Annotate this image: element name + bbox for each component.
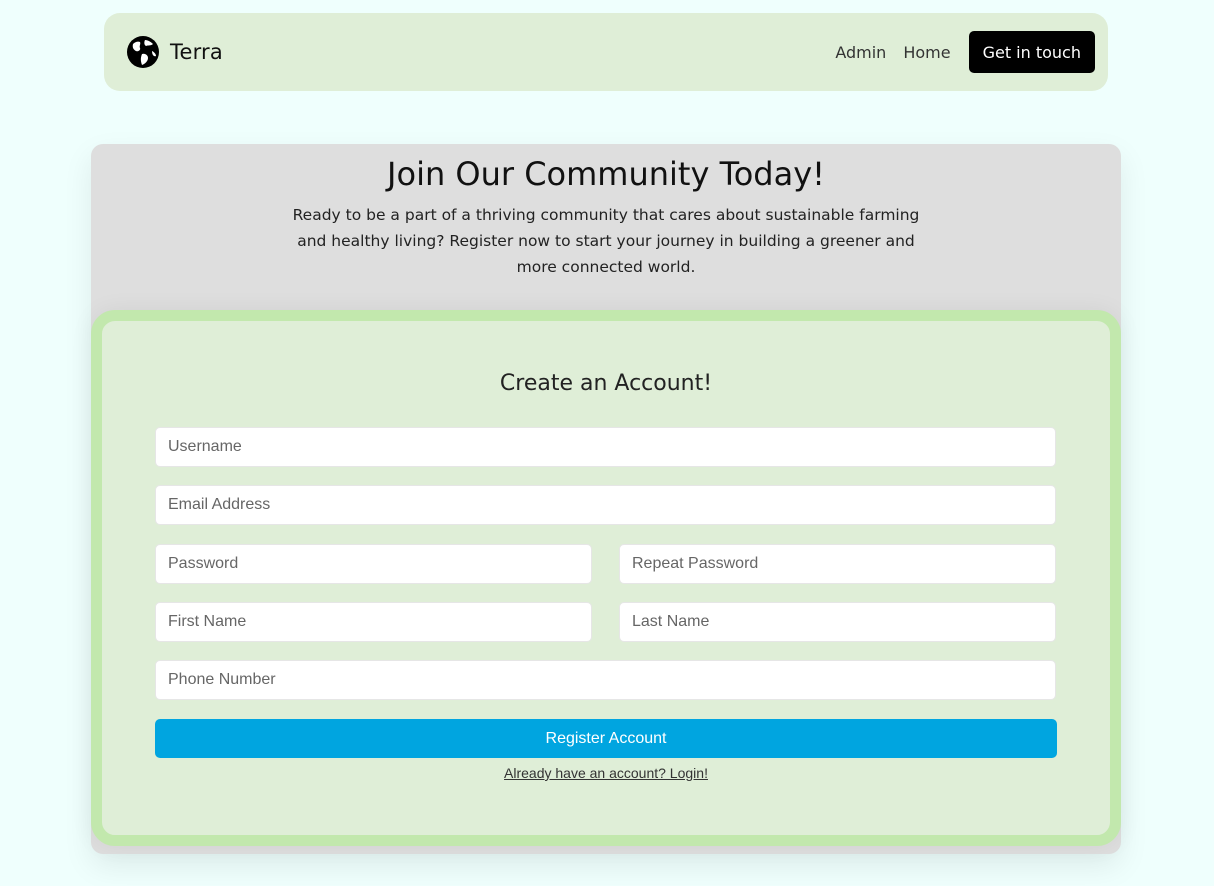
nav-links: Admin Home Get in touch xyxy=(835,31,1095,73)
form-title: Create an Account! xyxy=(499,371,713,396)
brand-name: Terra xyxy=(170,40,223,64)
nav-link-home[interactable]: Home xyxy=(903,43,950,62)
email-input[interactable] xyxy=(155,485,1056,525)
nav-link-admin[interactable]: Admin xyxy=(835,43,886,62)
username-input[interactable] xyxy=(155,427,1056,467)
first-name-input[interactable] xyxy=(155,602,592,642)
repeat-password-input[interactable] xyxy=(619,544,1056,584)
register-account-button[interactable]: Register Account xyxy=(155,719,1057,758)
last-name-input[interactable] xyxy=(619,602,1056,642)
login-link-container: Already have an account? Login! xyxy=(102,765,1110,781)
navbar: Terra Admin Home Get in touch xyxy=(104,13,1108,91)
get-in-touch-button[interactable]: Get in touch xyxy=(968,31,1095,73)
phone-number-input[interactable] xyxy=(155,660,1056,700)
hero-title: Join Our Community Today! xyxy=(387,155,825,193)
globe-icon xyxy=(127,36,159,68)
hero-description: Ready to be a part of a thriving communi… xyxy=(292,206,920,276)
registration-form: Create an Account! Register Account Alre… xyxy=(91,310,1121,846)
brand-logo[interactable]: Terra xyxy=(126,35,223,69)
hero-section: Join Our Community Today! Ready to be a … xyxy=(91,144,1121,854)
password-input[interactable] xyxy=(155,544,592,584)
login-link[interactable]: Already have an account? Login! xyxy=(504,765,708,781)
